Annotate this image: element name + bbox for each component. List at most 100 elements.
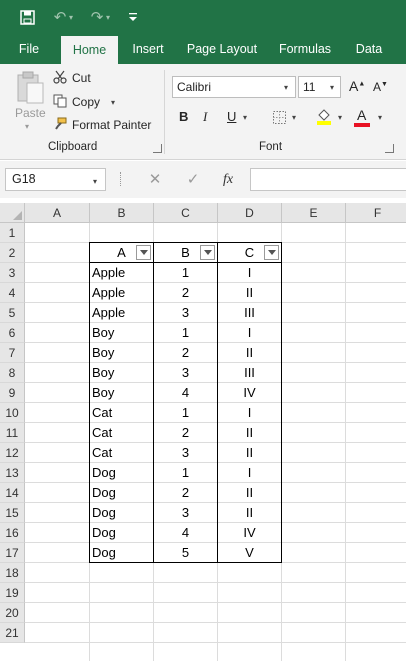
column-header-c[interactable]: C bbox=[154, 203, 218, 223]
underline-dropdown-icon[interactable]: ▾ bbox=[243, 113, 247, 122]
table-cell[interactable]: Dog bbox=[90, 463, 153, 483]
undo-dropdown-icon[interactable]: ▾ bbox=[66, 7, 76, 27]
table-cell[interactable]: II bbox=[218, 503, 281, 523]
table-cell[interactable]: 1 bbox=[154, 463, 217, 483]
row-header[interactable]: 1 bbox=[0, 223, 25, 243]
fill-color-icon[interactable] bbox=[316, 107, 332, 125]
table-cell[interactable]: Apple bbox=[90, 283, 153, 303]
table-cell[interactable]: I bbox=[218, 323, 281, 343]
table-cell[interactable]: 2 bbox=[154, 423, 217, 443]
table-cell[interactable]: Dog bbox=[90, 543, 153, 563]
italic-button[interactable]: I bbox=[203, 109, 207, 125]
formula-input[interactable] bbox=[250, 168, 406, 191]
table-cell[interactable]: II bbox=[218, 283, 281, 303]
row-header[interactable]: 20 bbox=[0, 603, 25, 623]
row-header[interactable]: 10 bbox=[0, 403, 25, 423]
table-cell[interactable]: I bbox=[218, 403, 281, 423]
table-cell[interactable]: Cat bbox=[90, 423, 153, 443]
filter-dropdown-icon[interactable] bbox=[200, 245, 215, 260]
format-painter-icon[interactable] bbox=[52, 116, 68, 132]
font-color-icon[interactable]: A bbox=[357, 107, 366, 123]
tab-file[interactable]: File bbox=[8, 34, 50, 64]
tab-home[interactable]: Home bbox=[61, 36, 118, 64]
row-header[interactable]: 13 bbox=[0, 463, 25, 483]
table-cell[interactable]: III bbox=[218, 303, 281, 323]
table-cell[interactable]: 3 bbox=[154, 363, 217, 383]
row-header[interactable]: 14 bbox=[0, 483, 25, 503]
table-cell[interactable]: 2 bbox=[154, 283, 217, 303]
font-size-dropdown-icon[interactable]: ▾ bbox=[330, 83, 334, 92]
copy-icon[interactable] bbox=[52, 93, 68, 109]
table-cell[interactable]: II bbox=[218, 343, 281, 363]
row-header[interactable]: 17 bbox=[0, 543, 25, 563]
column-header-b[interactable]: B bbox=[90, 203, 154, 223]
name-box[interactable]: G18 bbox=[5, 168, 106, 191]
font-size-select[interactable]: 11 bbox=[298, 76, 341, 98]
row-header[interactable]: 19 bbox=[0, 583, 25, 603]
row-header[interactable]: 21 bbox=[0, 623, 25, 643]
select-all-button[interactable] bbox=[0, 203, 25, 223]
table-cell[interactable]: IV bbox=[218, 383, 281, 403]
redo-dropdown-icon[interactable]: ▾ bbox=[103, 7, 113, 27]
underline-button[interactable]: U bbox=[227, 109, 236, 124]
table-cell[interactable]: II bbox=[218, 443, 281, 463]
row-header[interactable]: 8 bbox=[0, 363, 25, 383]
table-cell[interactable]: 4 bbox=[154, 383, 217, 403]
borders-icon[interactable] bbox=[271, 109, 287, 125]
table-cell[interactable]: Apple bbox=[90, 303, 153, 323]
clipboard-launcher-icon[interactable] bbox=[153, 144, 162, 153]
formula-bar-grip[interactable] bbox=[120, 172, 122, 186]
bold-button[interactable]: B bbox=[179, 109, 188, 124]
filter-dropdown-icon[interactable] bbox=[136, 245, 151, 260]
table-cell[interactable]: 3 bbox=[154, 503, 217, 523]
paste-dropdown-icon[interactable]: ▾ bbox=[25, 122, 29, 131]
tab-insert[interactable]: Insert bbox=[126, 34, 170, 64]
row-header[interactable]: 12 bbox=[0, 443, 25, 463]
row-header[interactable]: 7 bbox=[0, 343, 25, 363]
insert-function-button[interactable]: fx bbox=[216, 170, 240, 190]
tab-data[interactable]: Data bbox=[348, 34, 390, 64]
shrink-font-button[interactable]: A▼ bbox=[373, 80, 388, 94]
column-header-f[interactable]: F bbox=[346, 203, 406, 223]
tab-formulas[interactable]: Formulas bbox=[274, 34, 336, 64]
enter-icon[interactable]: ✓ bbox=[181, 170, 205, 190]
row-header[interactable]: 6 bbox=[0, 323, 25, 343]
paste-label[interactable]: Paste bbox=[15, 106, 46, 120]
cancel-icon[interactable]: ✕ bbox=[143, 170, 167, 190]
table-cell[interactable]: Cat bbox=[90, 403, 153, 423]
save-icon[interactable] bbox=[17, 7, 37, 27]
table-cell[interactable]: I bbox=[218, 463, 281, 483]
table-cell[interactable]: 3 bbox=[154, 303, 217, 323]
borders-dropdown-icon[interactable]: ▾ bbox=[292, 113, 296, 122]
column-header-d[interactable]: D bbox=[218, 203, 282, 223]
table-cell[interactable]: 4 bbox=[154, 523, 217, 543]
row-header[interactable]: 5 bbox=[0, 303, 25, 323]
row-header[interactable]: 18 bbox=[0, 563, 25, 583]
table-cell[interactable]: I bbox=[218, 263, 281, 283]
table-cell[interactable]: 1 bbox=[154, 263, 217, 283]
table-cell[interactable]: Dog bbox=[90, 503, 153, 523]
row-header[interactable]: 9 bbox=[0, 383, 25, 403]
table-cell[interactable]: Boy bbox=[90, 383, 153, 403]
table-cell[interactable]: II bbox=[218, 483, 281, 503]
table-cell[interactable]: Boy bbox=[90, 323, 153, 343]
font-name-select[interactable]: Calibri bbox=[172, 76, 296, 98]
column-header-e[interactable]: E bbox=[282, 203, 346, 223]
row-header[interactable]: 3 bbox=[0, 263, 25, 283]
table-cell[interactable]: 2 bbox=[154, 483, 217, 503]
copy-dropdown-icon[interactable]: ▾ bbox=[111, 98, 115, 107]
paste-icon[interactable] bbox=[14, 70, 46, 106]
cut-button[interactable]: Cut bbox=[72, 71, 91, 85]
fill-color-dropdown-icon[interactable]: ▾ bbox=[338, 113, 342, 122]
scissors-icon[interactable] bbox=[52, 69, 68, 85]
table-cell[interactable]: 2 bbox=[154, 343, 217, 363]
table-cell[interactable]: II bbox=[218, 423, 281, 443]
row-header[interactable]: 16 bbox=[0, 523, 25, 543]
table-cell[interactable]: Dog bbox=[90, 523, 153, 543]
table-cell[interactable]: III bbox=[218, 363, 281, 383]
table-cell[interactable]: Boy bbox=[90, 343, 153, 363]
table-cell[interactable]: Cat bbox=[90, 443, 153, 463]
table-cell[interactable]: Boy bbox=[90, 363, 153, 383]
row-header[interactable]: 2 bbox=[0, 243, 25, 263]
filter-dropdown-icon[interactable] bbox=[264, 245, 279, 260]
